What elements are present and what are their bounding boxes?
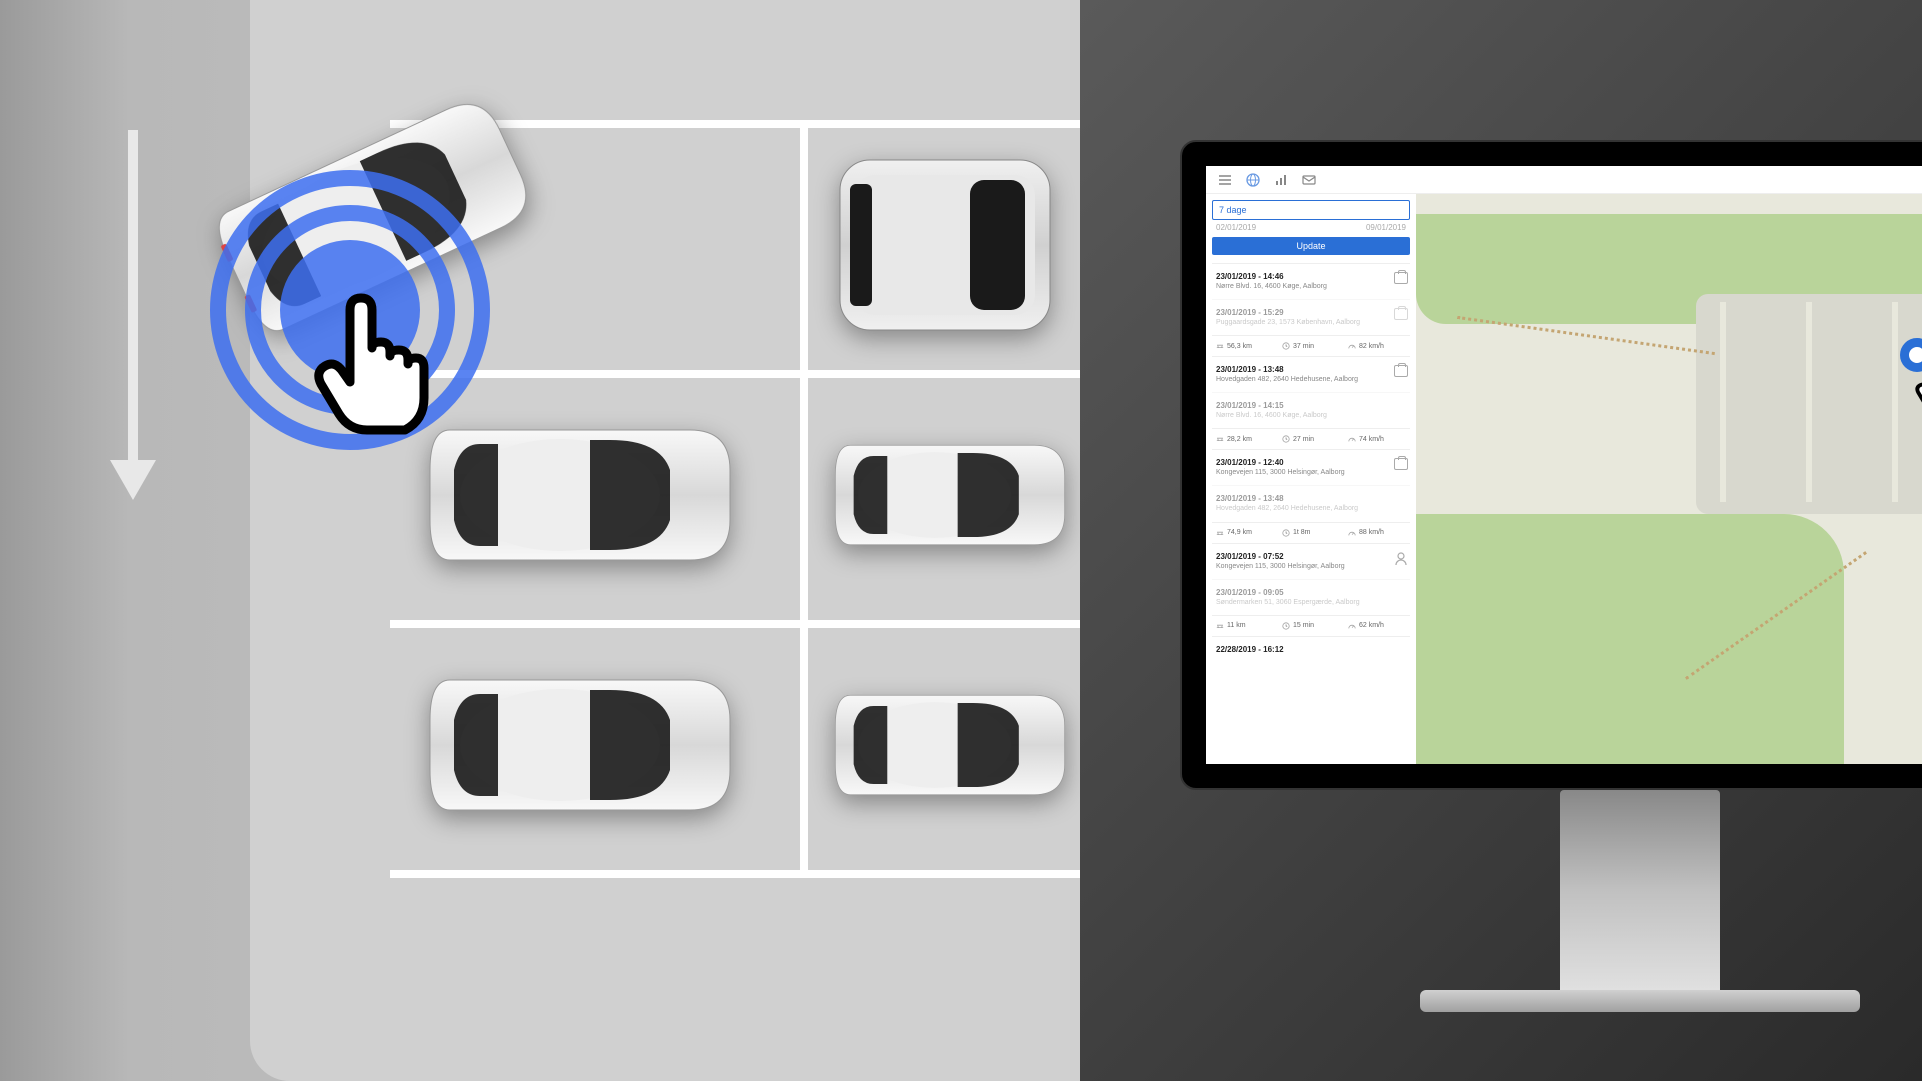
trip-item[interactable]: 23/01/2019 - 13:48Hovedgaden 482, 2640 H… — [1212, 485, 1410, 521]
trip-address: Kongevejen 115, 3000 Helsingør, Aalborg — [1216, 468, 1406, 477]
parked-car — [410, 640, 750, 855]
trip-address: Hovedgaden 482, 2640 Hedehusene, Aalborg — [1216, 504, 1406, 513]
parking-divider — [800, 120, 808, 878]
trip-address: Nørre Blvd. 16, 4600 Køge, Aalborg — [1216, 411, 1406, 420]
mail-icon[interactable] — [1302, 173, 1316, 187]
person-icon — [1394, 552, 1408, 571]
speed-stat: 74 km/h — [1348, 435, 1406, 443]
trip-address: Søndermarken 51, 3060 Espergærde, Aalbor… — [1216, 598, 1406, 607]
parking-line — [390, 370, 1080, 378]
distance-stat-icon — [1216, 529, 1224, 537]
app-window: 02/01/2019 09/01/2019 Update 23/01/2019 … — [1206, 166, 1922, 764]
trip-datetime: 23/01/2019 - 09:05 — [1216, 588, 1406, 597]
globe-icon[interactable] — [1246, 173, 1260, 187]
trip-address: Hovedgaden 482, 2640 Hedehusene, Aalborg — [1216, 375, 1406, 384]
distance-stat-icon — [1216, 622, 1224, 630]
parked-car — [820, 390, 1080, 605]
pointer-hand-icon — [1912, 356, 1922, 419]
trip-datetime: 23/01/2019 - 15:29 — [1216, 308, 1406, 317]
monitor-panel: 02/01/2019 09/01/2019 Update 23/01/2019 … — [1080, 0, 1922, 1081]
distance-stat: 74,9 km — [1216, 529, 1274, 537]
duration-stat-icon — [1282, 342, 1290, 350]
trip-item[interactable]: 23/01/2019 - 15:29Puggaardsgade 23, 1573… — [1212, 299, 1410, 335]
trip-datetime: 23/01/2019 - 12:40 — [1216, 458, 1406, 467]
trip-sidebar: 02/01/2019 09/01/2019 Update 23/01/2019 … — [1206, 194, 1416, 764]
trip-datetime: 23/01/2019 - 14:46 — [1216, 272, 1406, 281]
monitor-screen: 02/01/2019 09/01/2019 Update 23/01/2019 … — [1180, 140, 1922, 790]
trip-datetime: 23/01/2019 - 13:48 — [1216, 365, 1406, 374]
trip-item[interactable]: 23/01/2019 - 13:48Hovedgaden 482, 2640 H… — [1212, 356, 1410, 392]
map-lane — [1720, 302, 1726, 502]
briefcase-icon — [1394, 458, 1408, 470]
trip-item[interactable]: 23/01/2019 - 07:52Kongevejen 115, 3000 H… — [1212, 543, 1410, 579]
app-toolbar — [1206, 166, 1922, 194]
duration-stat: 1t 8m — [1282, 529, 1340, 537]
parking-line — [390, 870, 1080, 878]
map-view[interactable] — [1416, 194, 1922, 764]
speed-stat: 82 km/h — [1348, 342, 1406, 350]
distance-stat: 11 km — [1216, 622, 1274, 630]
trip-datetime: 23/01/2019 - 14:15 — [1216, 401, 1406, 410]
date-from: 02/01/2019 — [1216, 223, 1256, 232]
distance-stat-icon — [1216, 342, 1224, 350]
briefcase-icon — [1394, 365, 1408, 377]
duration-stat-icon — [1282, 529, 1290, 537]
trip-stats-row: 11 km 15 min 62 km/h — [1212, 615, 1410, 636]
trip-stats-row: 28,2 km 27 min 74 km/h — [1212, 428, 1410, 449]
trip-datetime: 22/28/2019 - 16:12 — [1216, 645, 1406, 654]
trip-address: Nørre Blvd. 16, 4600 Køge, Aalborg — [1216, 282, 1406, 291]
parking-illustration — [0, 0, 1080, 1081]
duration-stat-icon — [1282, 622, 1290, 630]
trip-item[interactable]: 23/01/2019 - 14:15Nørre Blvd. 16, 4600 K… — [1212, 392, 1410, 428]
map-grass — [1416, 514, 1844, 764]
date-range-input[interactable] — [1212, 200, 1410, 220]
speed-stat-icon — [1348, 435, 1356, 443]
duration-stat: 27 min — [1282, 435, 1340, 443]
trip-address: Puggaardsgade 23, 1573 København, Aalbor… — [1216, 318, 1406, 327]
trip-datetime: 23/01/2019 - 13:48 — [1216, 494, 1406, 503]
duration-stat: 37 min — [1282, 342, 1340, 350]
duration-stat: 15 min — [1282, 622, 1340, 630]
date-to: 09/01/2019 — [1366, 223, 1406, 232]
speed-stat-icon — [1348, 342, 1356, 350]
briefcase-icon — [1394, 308, 1408, 320]
trip-item[interactable]: 23/01/2019 - 09:05Søndermarken 51, 3060 … — [1212, 579, 1410, 615]
trip-item[interactable]: 22/28/2019 - 16:12 — [1212, 636, 1410, 663]
duration-stat-icon — [1282, 435, 1290, 443]
trip-stats-row: 74,9 km 1t 8m 88 km/h — [1212, 522, 1410, 543]
menu-icon[interactable] — [1218, 173, 1232, 187]
trip-address: Kongevejen 115, 3000 Helsingør, Aalborg — [1216, 562, 1406, 571]
speed-stat-icon — [1348, 529, 1356, 537]
parking-line — [390, 620, 1080, 628]
trip-list: 23/01/2019 - 14:46Nørre Blvd. 16, 4600 K… — [1212, 263, 1410, 663]
map-lane — [1806, 302, 1812, 502]
trip-item[interactable]: 23/01/2019 - 12:40Kongevejen 115, 3000 H… — [1212, 449, 1410, 485]
map-lane — [1892, 302, 1898, 502]
pointer-hand-icon — [305, 290, 435, 445]
distance-stat: 28,2 km — [1216, 435, 1274, 443]
date-range-row: 02/01/2019 09/01/2019 — [1212, 220, 1410, 235]
briefcase-icon — [1394, 272, 1408, 284]
speed-stat: 88 km/h — [1348, 529, 1406, 537]
monitor-stand — [1560, 790, 1720, 990]
distance-stat-icon — [1216, 435, 1224, 443]
distance-stat: 56,3 km — [1216, 342, 1274, 350]
parked-van — [820, 130, 1070, 365]
promo-canvas: 02/01/2019 09/01/2019 Update 23/01/2019 … — [0, 0, 1922, 1081]
update-button[interactable]: Update — [1212, 237, 1410, 255]
bar-chart-icon[interactable] — [1274, 173, 1288, 187]
speed-stat-icon — [1348, 622, 1356, 630]
desktop-monitor: 02/01/2019 09/01/2019 Update 23/01/2019 … — [1180, 140, 1922, 1012]
trip-item[interactable]: 23/01/2019 - 14:46Nørre Blvd. 16, 4600 K… — [1212, 263, 1410, 299]
trip-stats-row: 56,3 km 37 min 82 km/h — [1212, 335, 1410, 356]
monitor-base — [1420, 990, 1860, 1012]
down-arrow-icon — [98, 130, 168, 515]
speed-stat: 62 km/h — [1348, 622, 1406, 630]
parked-car — [820, 640, 1080, 855]
trip-datetime: 23/01/2019 - 07:52 — [1216, 552, 1406, 561]
parked-car — [410, 390, 750, 605]
